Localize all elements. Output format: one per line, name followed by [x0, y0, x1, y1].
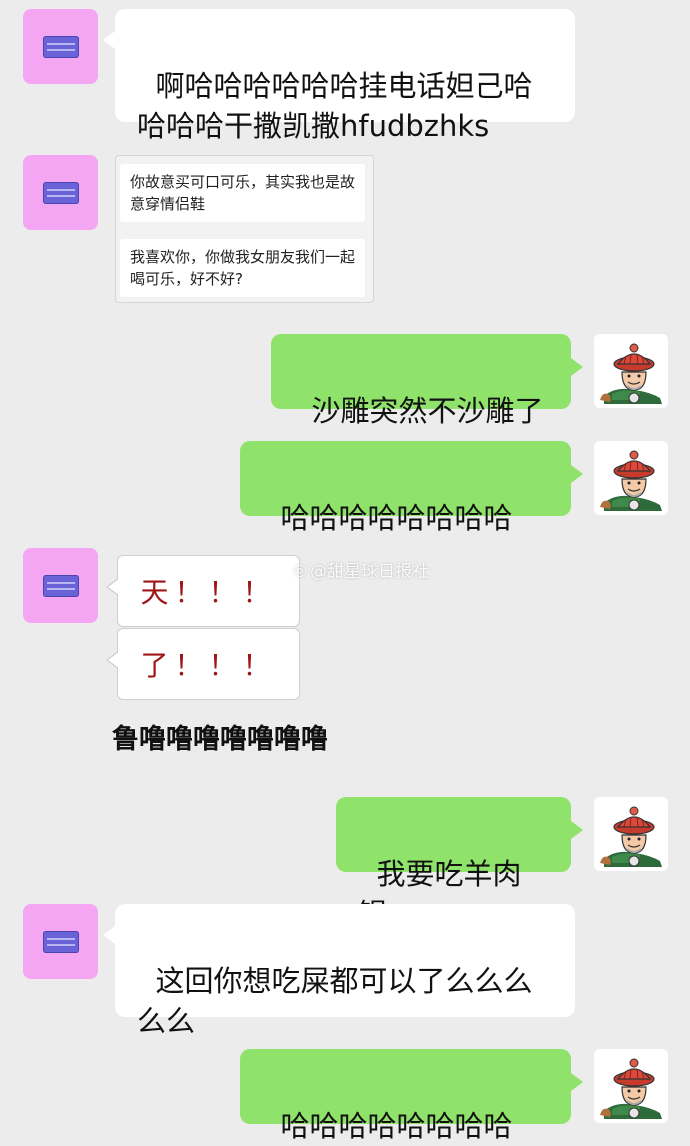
message-bubble-received[interactable]: 这回你想吃屎都可以了么么么么么	[103, 904, 575, 1038]
id-card-icon	[42, 574, 79, 597]
id-card-icon	[42, 181, 79, 204]
sticker-line-2[interactable]: 了！！！	[106, 628, 300, 700]
watermark: ◎ @甜星球日报社	[293, 557, 429, 582]
my-avatar[interactable]	[594, 334, 668, 408]
sticker-text: 天！！！	[140, 576, 277, 609]
my-avatar[interactable]	[594, 441, 668, 515]
quoted-message: 我喜欢你，你做我女朋友我们一起喝可乐，好不好?	[120, 239, 365, 297]
message-text: 这回你想吃屎都可以了么么么么么	[137, 964, 533, 1038]
weibo-icon: ◎	[293, 560, 307, 579]
my-avatar[interactable]	[594, 1049, 668, 1123]
message-text: 啊哈哈哈哈哈哈挂电话妲己哈哈哈哈干撒凯撒hfudbzhks	[137, 69, 533, 143]
contact-avatar[interactable]	[23, 904, 98, 979]
quoted-text: 你故意买可口可乐，其实我也是故意穿情侣鞋	[130, 173, 356, 213]
message-text: 哈哈哈哈哈哈哈哈	[280, 501, 513, 535]
message-bubble-sent[interactable]: 我要吃羊肉锅	[336, 797, 583, 931]
quoted-text: 我喜欢你，你做我女朋友我们一起喝可乐，好不好?	[130, 248, 356, 288]
message-text: 沙雕突然不沙雕了	[311, 394, 544, 428]
sticker-text: 了！！！	[140, 649, 277, 682]
message-bubble-sent[interactable]: 哈哈哈哈哈哈哈哈	[240, 1049, 583, 1143]
id-card-icon	[42, 930, 79, 953]
screenshot-image-message[interactable]: 你故意买可口可乐，其实我也是故意穿情侣鞋 我喜欢你，你做我女朋友我们一起喝可乐，…	[115, 155, 374, 303]
message-bubble-sent[interactable]: 沙雕突然不沙雕了	[271, 334, 583, 428]
cartoon-official-icon	[594, 334, 668, 408]
contact-avatar[interactable]	[23, 155, 98, 230]
quoted-message: 你故意买可口可乐，其实我也是故意穿情侣鞋	[120, 164, 365, 222]
cartoon-official-icon	[594, 797, 668, 871]
contact-avatar[interactable]	[23, 548, 98, 623]
cartoon-official-icon	[594, 441, 668, 515]
watermark-text: @甜星球日报社	[309, 562, 429, 582]
sticker-line-1[interactable]: 天！！！	[106, 555, 300, 627]
message-bubble-received[interactable]: 啊哈哈哈哈哈哈挂电话妲己哈哈哈哈干撒凯撒hfudbzhks	[103, 9, 575, 143]
sticker-caption: 鲁噜噜噜噜噜噜噜	[112, 724, 328, 755]
message-bubble-sent[interactable]: 哈哈哈哈哈哈哈哈	[240, 441, 583, 535]
my-avatar[interactable]	[594, 797, 668, 871]
contact-avatar[interactable]	[23, 9, 98, 84]
id-card-icon	[42, 35, 79, 58]
cartoon-official-icon	[594, 1049, 668, 1123]
